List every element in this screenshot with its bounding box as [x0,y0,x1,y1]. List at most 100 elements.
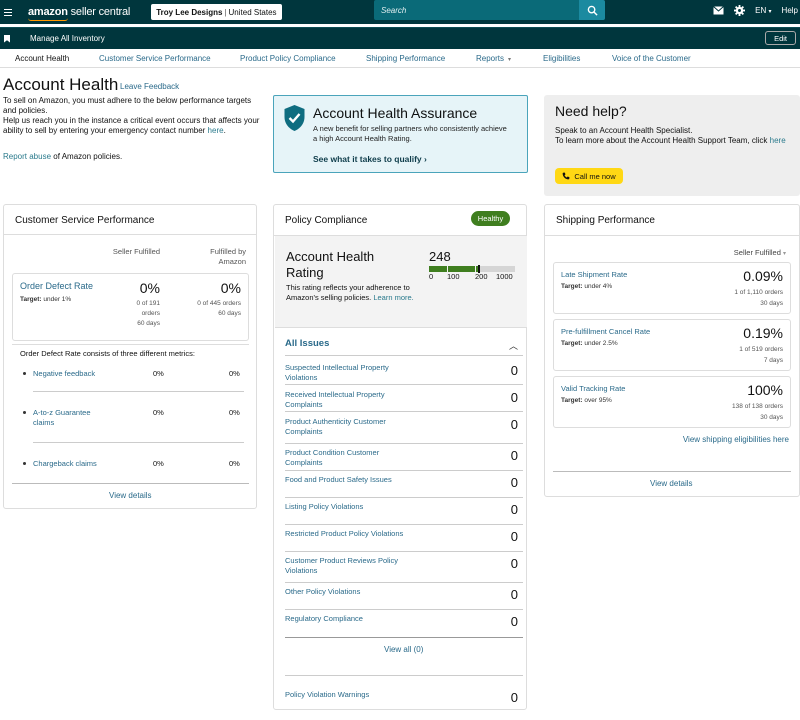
shipping-footer-divider [553,471,791,472]
language-selector[interactable]: EN ▾ [755,6,771,15]
shipping-eligibilities-link[interactable]: View shipping eligibilities here [683,435,789,444]
search-input[interactable]: Search [374,0,579,20]
negative-feedback-link[interactable]: Negative feedback [33,369,113,379]
shipping-performance-card: Shipping Performance Seller Fulfilled ▾ … [544,204,800,497]
tracking-rate-days: 30 days [760,414,783,421]
gauge-tick-0: 0 [429,272,434,281]
col-fba-line-1: Fulfilled by [210,247,246,256]
phone-icon [562,172,570,180]
bookmark-manage-inventory[interactable]: Manage All Inventory [30,34,105,43]
warnings-divider [285,675,523,676]
hamburger-menu-icon[interactable] [4,0,18,24]
issue-regulatory-link[interactable]: Regulatory Compliance [285,614,415,624]
need-help-title: Need help? [555,103,627,119]
help-link[interactable]: Help [782,6,798,15]
target-value: over 95% [584,397,612,404]
tab-reports[interactable]: Reports ▾ [476,54,511,63]
amazon-seller-central-logo[interactable]: amazon seller central [28,6,130,21]
tab-account-health[interactable]: Account Health [15,54,69,63]
issue-reviews-policy-link[interactable]: Customer Product Reviews Policy Violatio… [285,556,415,576]
support-team-link[interactable]: here [770,136,786,145]
col-fulfilled-by-amazon: Fulfilled by Amazon [210,247,246,267]
all-issues-toggle[interactable]: All Issues [285,338,329,349]
issue-listing-policy-link[interactable]: Listing Policy Violations [285,502,415,512]
chevron-down-icon: ▾ [768,8,772,15]
chevron-down-icon: ▾ [508,57,512,63]
leave-feedback-link[interactable]: Leave Feedback [120,82,179,91]
valid-tracking-rate-box: Valid Tracking Rate Target: over 95% 100… [553,376,791,428]
odr-seller-fulfilled-pct: 0% [139,280,160,296]
issue-other-policy-link[interactable]: Other Policy Violations [285,587,415,597]
issue-row: Product Authenticity Customer Complaints… [285,417,523,444]
pre-fulfillment-cancel-rate-link[interactable]: Pre-fulfillment Cancel Rate [561,327,650,336]
bookmarks-bar: Manage All Inventory Edit [0,27,800,49]
a-to-z-claims-link[interactable]: A-to-z Guarantee claims [33,408,113,428]
healthy-status-badge: Healthy [471,211,510,226]
customer-service-performance-card: Customer Service Performance Seller Fulf… [3,204,257,509]
account-switcher[interactable]: Troy Lee Designs | United States [151,4,282,20]
tab-voice-of-the-customer[interactable]: Voice of the Customer [612,54,691,63]
search-bar: Search [374,0,605,20]
col-seller-fulfilled: Seller Fulfilled [112,247,160,256]
aha-qualify-link[interactable]: See what it takes to qualify › [313,154,427,164]
need-help-line-2-text: To learn more about the Account Health S… [555,136,770,145]
csp-title-divider [4,234,256,235]
issue-count: 0 [510,614,518,629]
tab-product-policy-compliance[interactable]: Product Policy Compliance [240,54,336,63]
mail-icon[interactable] [713,5,725,15]
need-help-line-1: Speak to an Account Health Specialist. [555,126,693,135]
odr-sf-orders-line-2: orders [141,310,160,317]
issue-received-ip-link[interactable]: Received Intellectual Property Complaint… [285,390,415,410]
order-defect-rate-link[interactable]: Order Defect Rate [20,281,93,291]
chevron-up-icon[interactable]: ︿ [509,339,518,352]
bookmark-icon [4,34,10,43]
late-shipment-pct: 0.09% [743,268,783,284]
issue-count: 0 [510,529,518,544]
policy-compliance-card: Policy Compliance Healthy Account Health… [273,204,527,710]
issue-suspected-ip-link[interactable]: Suspected Intellectual Property Violatio… [285,363,415,383]
top-right-controls: EN ▾ Help [713,0,798,20]
shipping-title-divider [545,235,799,236]
chargeback-claims-fba: 0% [229,459,240,468]
chargeback-claims-link[interactable]: Chargeback claims [33,459,113,469]
issue-count: 0 [510,556,518,571]
tracking-rate-orders: 138 of 138 orders [732,403,783,410]
valid-tracking-rate-link[interactable]: Valid Tracking Rate [561,384,625,393]
odr-fba-orders: 0 of 445 orders 60 days [197,299,241,319]
top-navigation-bar: amazon seller central Troy Lee Designs |… [0,0,800,24]
fulfillment-dropdown[interactable]: Seller Fulfilled ▾ [734,248,786,257]
policy-violation-warnings-link[interactable]: Policy Violation Warnings [285,690,445,700]
metric-chargeback-claims: Chargeback claims 0% 0% [23,459,248,473]
late-shipment-rate-link[interactable]: Late Shipment Rate [561,270,627,279]
need-help-description: Speak to an Account Health Specialist. T… [555,126,795,146]
edit-bookmarks-button[interactable]: Edit [765,31,796,45]
account-separator: | [224,7,227,17]
shipping-view-details-link[interactable]: View details [650,479,693,488]
cancel-rate-target: Target: under 2.5% [561,340,618,347]
negative-feedback-sf: 0% [153,369,164,378]
issue-count: 0 [510,502,518,517]
issue-authenticity-link[interactable]: Product Authenticity Customer Complaints [285,417,415,437]
fulfillment-dropdown-value: Seller Fulfilled [733,248,781,257]
gear-icon[interactable] [734,4,746,16]
aha-description: A new benefit for selling partners who c… [313,124,507,143]
metric-a-to-z-claims: A-to-z Guarantee claims 0% 0% [23,408,248,432]
issue-food-safety-link[interactable]: Food and Product Safety Issues [285,475,415,485]
search-button[interactable] [579,0,605,20]
report-abuse-link[interactable]: Report abuse [3,152,51,161]
tracking-rate-target: Target: over 95% [561,397,612,404]
tab-shipping-performance[interactable]: Shipping Performance [366,54,445,63]
col-fba-line-2: Amazon [218,257,246,266]
emergency-contact-link[interactable]: here [208,126,224,135]
csp-view-details-link[interactable]: View details [109,491,152,500]
issue-condition-link[interactable]: Product Condition Customer Complaints [285,448,415,468]
tab-customer-service-performance[interactable]: Customer Service Performance [99,54,211,63]
cancel-rate-pct: 0.19% [743,325,783,341]
ahr-gauge-ticks: 0 100 200 1000 [429,272,524,282]
view-all-issues-link[interactable]: View all (0) [384,645,423,654]
ahr-learn-more-link[interactable]: Learn more. [373,293,413,302]
tab-eligibilities[interactable]: Eligibilities [543,54,580,63]
call-me-now-button[interactable]: Call me now [555,168,623,184]
issue-restricted-product-link[interactable]: Restricted Product Policy Violations [285,529,415,539]
target-label: Target: [561,340,583,347]
